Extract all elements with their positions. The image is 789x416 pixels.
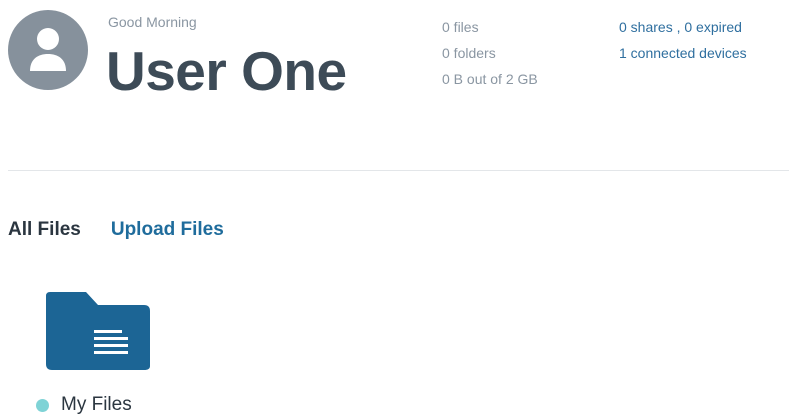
tab-upload-files[interactable]: Upload Files	[111, 219, 224, 241]
user-icon	[30, 28, 66, 71]
status-dot	[36, 398, 49, 412]
folders-count: 0 folders	[442, 45, 496, 61]
share-stats: 0 shares , 0 expired 1 connected devices	[619, 14, 747, 66]
greeting-text: Good Morning	[108, 14, 197, 30]
files-count: 0 files	[442, 19, 479, 35]
tab-all-files[interactable]: All Files	[8, 219, 81, 241]
folder-name: My Files	[61, 394, 132, 415]
avatar[interactable]	[8, 10, 88, 90]
divider	[8, 170, 789, 171]
storage-stats: 0 files 0 folders 0 B out of 2 GB	[442, 14, 538, 92]
devices-link[interactable]: 1 connected devices	[619, 40, 747, 66]
folder-label-my-files[interactable]: My Files	[36, 394, 132, 416]
folder-tile-my-files[interactable]	[44, 290, 152, 372]
folder-icon	[46, 292, 150, 370]
shares-link[interactable]: 0 shares , 0 expired	[619, 14, 747, 40]
user-name: User One	[106, 40, 347, 102]
storage-usage: 0 B out of 2 GB	[442, 71, 538, 87]
file-tabs: All Files Upload Files	[8, 219, 224, 241]
